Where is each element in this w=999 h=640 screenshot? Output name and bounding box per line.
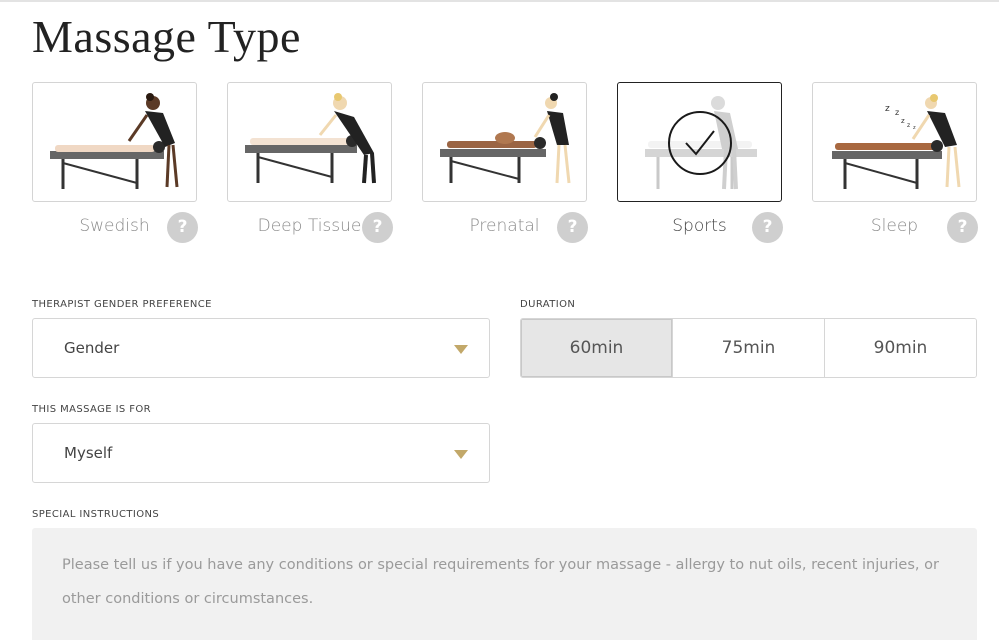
massage-type-swedish[interactable]: Swedish ? <box>32 82 198 243</box>
massage-type-prenatal[interactable]: Prenatal ? <box>422 82 588 243</box>
help-icon[interactable]: ? <box>947 212 978 243</box>
massage-type-sleep[interactable]: z z z z z Sleep ? <box>812 82 978 243</box>
massage-type-prenatal-image <box>422 82 587 202</box>
recipient-label: THIS MASSAGE IS FOR <box>32 404 152 415</box>
chevron-down-icon <box>454 450 468 459</box>
massage-type-deep-tissue[interactable]: Deep Tissue ? <box>227 82 393 243</box>
massage-type-sleep-image: z z z z z <box>812 82 977 202</box>
help-icon[interactable]: ? <box>752 212 783 243</box>
duration-option-90[interactable]: 90min <box>824 319 976 377</box>
svg-text:z: z <box>913 125 916 131</box>
chevron-down-icon <box>454 345 468 354</box>
page-title: Massage Type <box>32 11 301 62</box>
svg-text:z: z <box>885 104 890 114</box>
special-instructions-label: SPECIAL INSTRUCTIONS <box>32 509 160 520</box>
gender-select[interactable]: Gender <box>32 318 490 378</box>
massage-type-sports-image <box>617 82 782 202</box>
massage-type-selector: Swedish ? Deep Tissue ? Prenatal ? Sport… <box>32 82 978 252</box>
help-icon[interactable]: ? <box>362 212 393 243</box>
top-divider <box>0 0 999 2</box>
recipient-select-value: Myself <box>64 444 113 462</box>
help-icon[interactable]: ? <box>167 212 198 243</box>
duration-option-75[interactable]: 75min <box>672 319 824 377</box>
massage-type-sports[interactable]: Sports ? <box>617 82 783 243</box>
massage-type-swedish-image <box>32 82 197 202</box>
recipient-select[interactable]: Myself <box>32 423 490 483</box>
duration-selector: 60min 75min 90min <box>520 318 977 378</box>
svg-text:z: z <box>907 122 910 129</box>
massage-type-deep-tissue-image <box>227 82 392 202</box>
special-instructions-input[interactable] <box>32 528 977 640</box>
help-icon[interactable]: ? <box>557 212 588 243</box>
gender-select-value: Gender <box>64 339 120 357</box>
gender-label: THERAPIST GENDER PREFERENCE <box>32 299 212 310</box>
duration-option-60[interactable]: 60min <box>521 319 672 377</box>
svg-text:z: z <box>895 108 899 117</box>
duration-label: DURATION <box>520 299 576 310</box>
svg-text:z: z <box>901 117 905 125</box>
